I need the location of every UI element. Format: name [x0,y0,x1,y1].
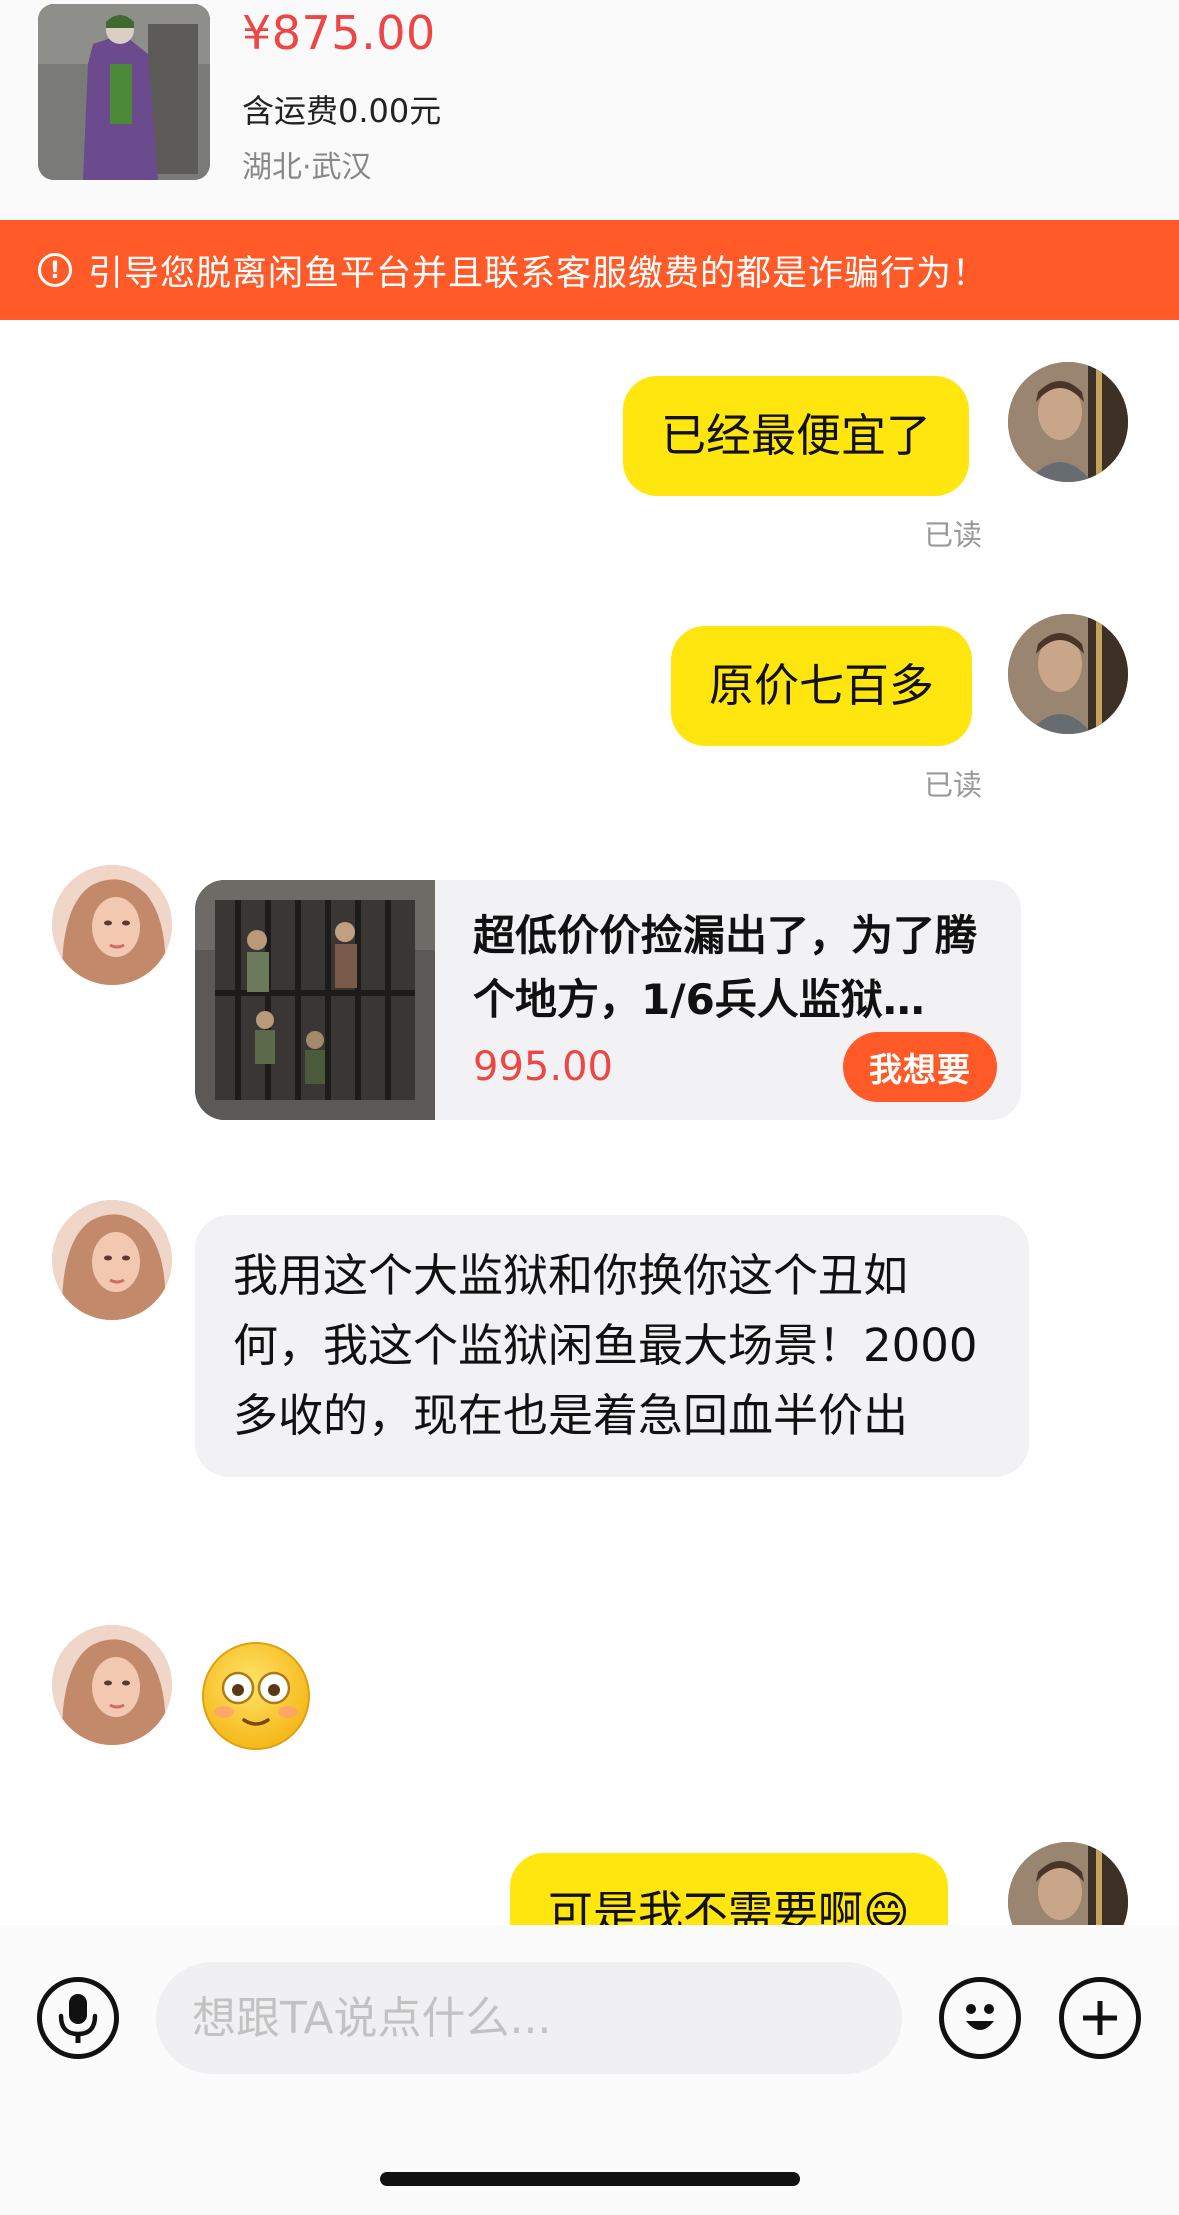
my-avatar[interactable] [1008,614,1128,734]
their-message-bubble[interactable]: 我用这个大监狱和你换你这个丑如何，我这个监狱闲鱼最大场景！2000多收的，现在也… [195,1215,1029,1477]
message-text: 原价七百多 [709,659,935,712]
my-message-bubble[interactable]: 可是我不需要啊😄 [510,1853,948,1925]
card-product-title: 超低价价捡漏出了，为了腾个地方，1/6兵人监狱… [473,911,978,1024]
want-button[interactable]: 我想要 [843,1032,997,1102]
card-product-price: 995.00 [473,1044,613,1090]
read-receipt: 已读 [924,768,983,802]
smiley-face-icon[interactable] [939,1977,1021,2059]
message-text: 可是我不需要啊😄 [548,1886,910,1925]
product-thumbnail[interactable] [38,4,210,180]
message-input[interactable] [156,1962,902,2074]
read-receipt: 已读 [924,518,983,552]
seller-avatar[interactable] [52,865,172,985]
card-product-image [195,880,435,1120]
my-avatar[interactable] [1008,1842,1128,1925]
shipping-fee: 含运费0.00元 [242,92,442,130]
product-price: ¥875.00 [242,6,436,60]
my-message-bubble[interactable]: 原价七百多 [671,626,973,746]
my-avatar[interactable] [1008,362,1128,482]
chat-message-list[interactable]: 已经最便宜了 已读 原价七百多 已读 超低价价捡漏出了，为了腾个地方，1/6兵人… [0,320,1179,1925]
flushed-face-emoji[interactable] [200,1640,312,1752]
product-location: 湖北·武汉 [242,150,372,185]
seller-avatar[interactable] [52,1200,172,1320]
product-header[interactable]: ¥875.00 含运费0.00元 湖北·武汉 [0,0,1179,220]
microphone-icon[interactable] [37,1977,119,2059]
message-input-bar [0,1925,1179,2215]
warning-text: 引导您脱离闲鱼平台并且联系客服缴费的都是诈骗行为！ [88,253,989,294]
scam-warning-banner: ! 引导您脱离闲鱼平台并且联系客服缴费的都是诈骗行为！ [0,220,1179,320]
exclamation-circle-icon: ! [38,253,72,287]
message-text: 已经最便宜了 [661,409,932,462]
my-message-bubble[interactable]: 已经最便宜了 [623,376,970,496]
plus-circle-icon[interactable] [1059,1977,1141,2059]
shared-product-card[interactable]: 超低价价捡漏出了，为了腾个地方，1/6兵人监狱… 995.00 我想要 [195,880,1021,1120]
message-text: 我用这个大监狱和你换你这个丑如何，我这个监狱闲鱼最大场景！2000多收的，现在也… [233,1249,978,1442]
seller-avatar[interactable] [52,1625,172,1745]
home-indicator[interactable] [380,2172,800,2186]
